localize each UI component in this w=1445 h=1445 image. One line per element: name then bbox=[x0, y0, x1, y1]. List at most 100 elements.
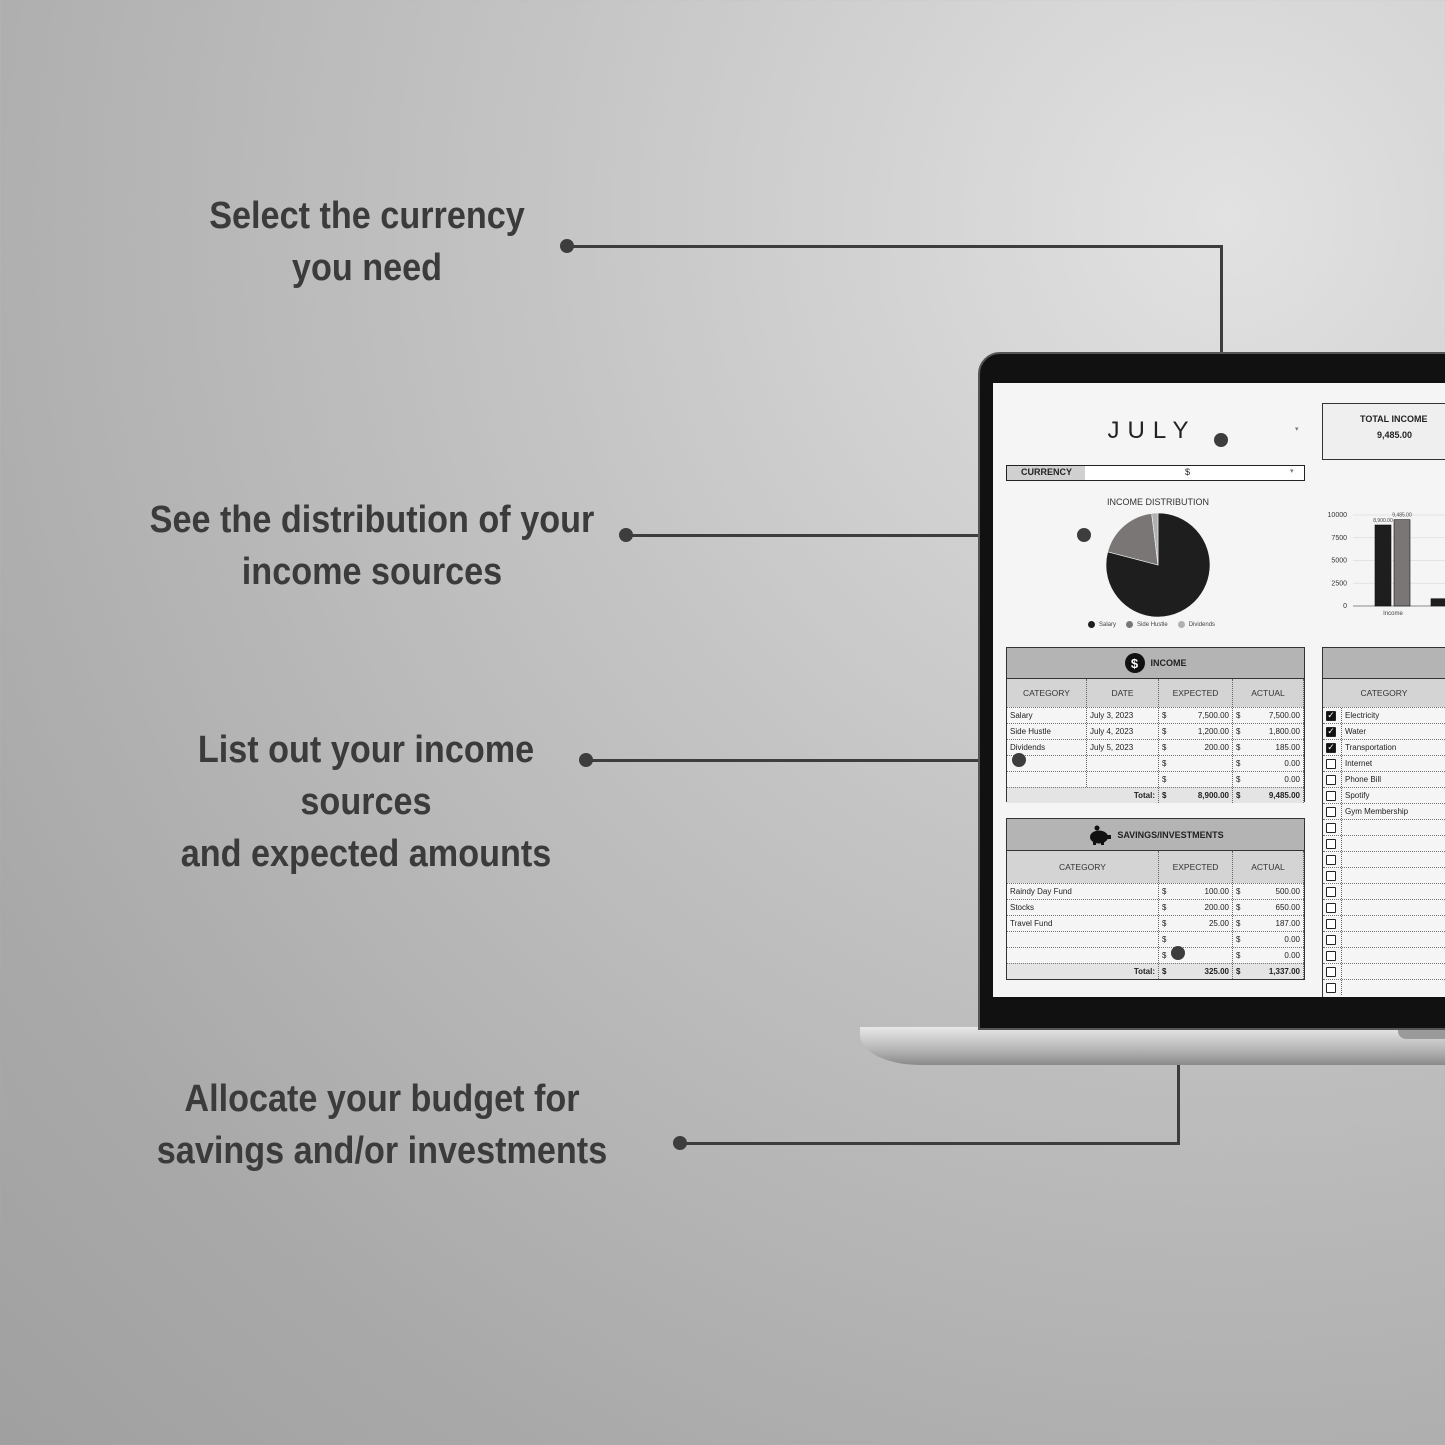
checkbox[interactable] bbox=[1326, 806, 1336, 817]
cell[interactable]: July 5, 2023 bbox=[1087, 740, 1159, 755]
currency-symbol: $ bbox=[1162, 887, 1167, 896]
expense-row bbox=[1323, 915, 1445, 931]
cell[interactable]: Salary bbox=[1007, 708, 1087, 723]
cell[interactable]: July 4, 2023 bbox=[1087, 724, 1159, 739]
expense-category[interactable] bbox=[1342, 932, 1445, 947]
cell[interactable]: Raindy Day Fund bbox=[1007, 884, 1159, 899]
expense-category[interactable]: Electricity bbox=[1342, 708, 1445, 723]
currency-label: CURRENCY bbox=[1007, 466, 1085, 480]
expense-category[interactable] bbox=[1342, 836, 1445, 851]
expense-category[interactable] bbox=[1342, 884, 1445, 899]
money-cell[interactable]: $200.00 bbox=[1159, 740, 1233, 755]
expense-category[interactable]: Gym Membership bbox=[1342, 804, 1445, 819]
money-cell[interactable]: $0.00 bbox=[1233, 772, 1304, 787]
currency-select[interactable]: CURRENCY $ ▾ bbox=[1006, 465, 1305, 481]
expense-category[interactable] bbox=[1342, 916, 1445, 931]
total-amount: $325.00 bbox=[1159, 964, 1233, 979]
expense-category[interactable] bbox=[1342, 900, 1445, 915]
cell[interactable] bbox=[1007, 932, 1159, 947]
total-income-value: 9,485.00 bbox=[1377, 430, 1413, 440]
checkbox[interactable] bbox=[1326, 774, 1336, 785]
expense-category[interactable]: Phone Bill bbox=[1342, 772, 1445, 787]
money-cell[interactable]: $1,200.00 bbox=[1159, 724, 1233, 739]
month-dropdown-icon[interactable]: ▾ bbox=[1295, 425, 1299, 433]
money-cell[interactable]: $500.00 bbox=[1233, 884, 1304, 899]
checkbox[interactable] bbox=[1326, 838, 1336, 849]
expense-category[interactable]: Internet bbox=[1342, 756, 1445, 771]
expense-category[interactable]: Transportation bbox=[1342, 740, 1445, 755]
callout-text: Select the currency you need bbox=[209, 195, 525, 289]
expense-category[interactable] bbox=[1342, 868, 1445, 883]
checkbox-cell bbox=[1323, 916, 1342, 931]
money-cell[interactable]: $7,500.00 bbox=[1159, 708, 1233, 723]
cell[interactable] bbox=[1007, 948, 1159, 963]
money-cell[interactable]: $650.00 bbox=[1233, 900, 1304, 915]
checkbox[interactable]: ✓ bbox=[1326, 726, 1336, 737]
checkbox[interactable] bbox=[1326, 918, 1336, 929]
income-title: INCOME bbox=[1150, 658, 1187, 668]
expense-row bbox=[1323, 867, 1445, 883]
money-cell[interactable]: $1,800.00 bbox=[1233, 724, 1304, 739]
amount: 8,900.00 bbox=[1197, 791, 1229, 800]
checkbox[interactable] bbox=[1326, 870, 1336, 881]
money-cell[interactable]: $0.00 bbox=[1233, 756, 1304, 771]
expense-category[interactable] bbox=[1342, 964, 1445, 979]
money-cell[interactable]: $100.00 bbox=[1159, 884, 1233, 899]
currency-symbol: $ bbox=[1162, 791, 1167, 800]
money-cell[interactable]: $0.00 bbox=[1233, 948, 1304, 963]
money-cell[interactable]: $7,500.00 bbox=[1233, 708, 1304, 723]
checkbox[interactable] bbox=[1326, 854, 1336, 865]
checkbox-cell bbox=[1323, 820, 1342, 835]
checkbox-cell bbox=[1323, 756, 1342, 771]
money-cell[interactable]: $ bbox=[1159, 932, 1233, 947]
checkbox[interactable] bbox=[1326, 934, 1336, 945]
money-cell[interactable]: $25.00 bbox=[1159, 916, 1233, 931]
currency-symbol: $ bbox=[1162, 743, 1167, 752]
cell[interactable]: Stocks bbox=[1007, 900, 1159, 915]
total-label: Total: bbox=[1007, 964, 1159, 979]
checkbox[interactable] bbox=[1326, 790, 1336, 801]
money-cell[interactable]: $ bbox=[1159, 772, 1233, 787]
checkbox[interactable] bbox=[1326, 982, 1336, 993]
currency-symbol: $ bbox=[1162, 727, 1167, 736]
money-cell[interactable]: $185.00 bbox=[1233, 740, 1304, 755]
expense-category[interactable] bbox=[1342, 852, 1445, 867]
expense-category[interactable] bbox=[1342, 948, 1445, 963]
checkbox[interactable] bbox=[1326, 902, 1336, 913]
checkbox[interactable] bbox=[1326, 966, 1336, 977]
total-amount: $1,337.00 bbox=[1233, 964, 1304, 979]
checkbox[interactable] bbox=[1326, 758, 1336, 769]
cell[interactable] bbox=[1007, 772, 1087, 787]
currency-symbol: $ bbox=[1162, 967, 1167, 976]
cell[interactable] bbox=[1087, 756, 1159, 771]
expense-category[interactable]: Spotify bbox=[1342, 788, 1445, 803]
callout-text: Allocate your budget for savings and/or … bbox=[156, 1078, 608, 1172]
total-income-box: TOTAL INCOME 9,485.00 bbox=[1322, 403, 1445, 460]
cell[interactable]: Side Hustle bbox=[1007, 724, 1087, 739]
checkbox[interactable] bbox=[1326, 950, 1336, 961]
chevron-down-icon[interactable]: ▾ bbox=[1290, 466, 1304, 480]
expense-category[interactable]: Water bbox=[1342, 724, 1445, 739]
dollar-icon: $ bbox=[1124, 653, 1145, 673]
cell[interactable]: July 3, 2023 bbox=[1087, 708, 1159, 723]
money-cell[interactable]: $0.00 bbox=[1233, 932, 1304, 947]
currency-symbol: $ bbox=[1236, 759, 1241, 768]
checkbox[interactable]: ✓ bbox=[1326, 710, 1336, 721]
checkbox[interactable] bbox=[1326, 886, 1336, 897]
income-pie-chart bbox=[1105, 512, 1211, 618]
money-cell[interactable]: $200.00 bbox=[1159, 900, 1233, 915]
amount: 7,500.00 bbox=[1268, 711, 1300, 720]
money-cell[interactable]: $ bbox=[1159, 948, 1233, 963]
amount: 0.00 bbox=[1284, 759, 1300, 768]
amount: 200.00 bbox=[1204, 903, 1229, 912]
checkbox[interactable] bbox=[1326, 822, 1336, 833]
column-header: EXPECTED bbox=[1159, 679, 1233, 707]
money-cell[interactable]: $187.00 bbox=[1233, 916, 1304, 931]
checkbox[interactable]: ✓ bbox=[1326, 742, 1336, 753]
expense-category[interactable] bbox=[1342, 820, 1445, 835]
expense-category[interactable] bbox=[1342, 980, 1445, 995]
cell[interactable]: Travel Fund bbox=[1007, 916, 1159, 931]
cell[interactable] bbox=[1087, 772, 1159, 787]
table-row: Dividends July 5, 2023 $200.00 $185.00 bbox=[1007, 739, 1304, 755]
money-cell[interactable]: $ bbox=[1159, 756, 1233, 771]
